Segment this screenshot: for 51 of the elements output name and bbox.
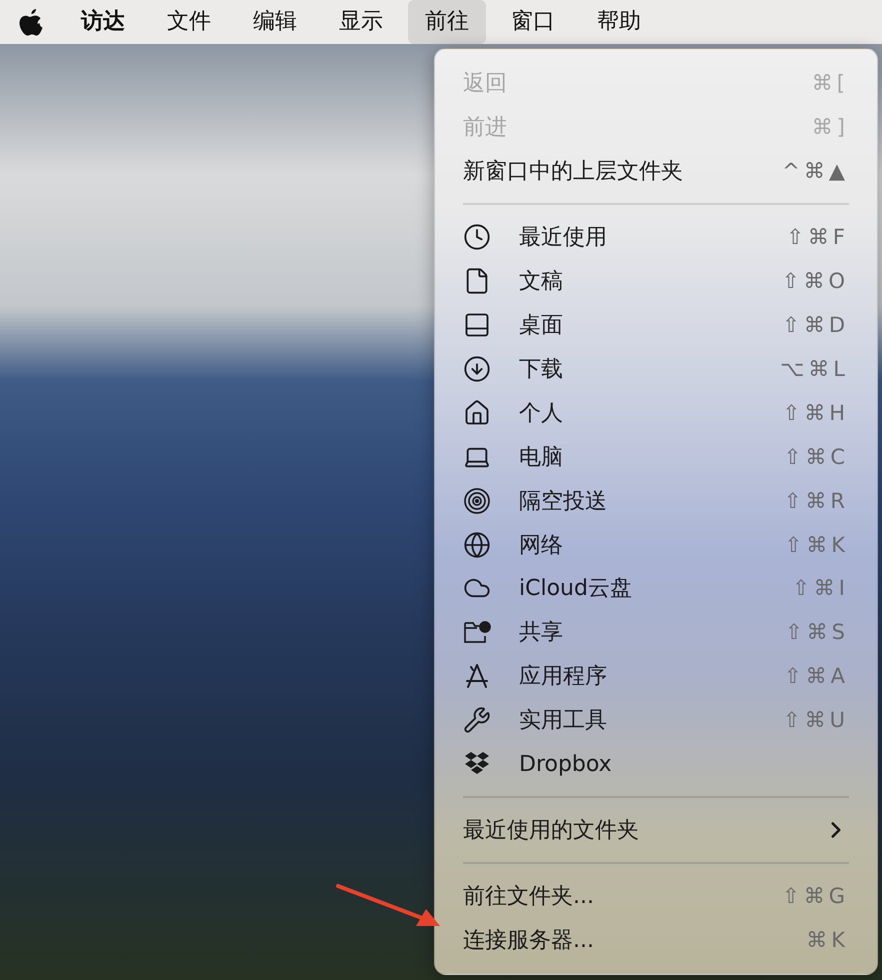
shortcut-label: ⇧⌘U [783, 708, 849, 732]
shortcut-label: ⇧⌘I [792, 576, 849, 600]
monitor-icon [463, 310, 491, 339]
menu-item[interactable]: 电脑 ⇧⌘C [435, 434, 877, 479]
shortcut-label: ⌘] [812, 114, 849, 139]
shortcut-label: ⇧⌘H [782, 400, 849, 425]
menu-item[interactable]: 隔空投送 ⇧⌘R [435, 478, 877, 523]
menu-bar-item[interactable]: 前往 [408, 0, 486, 44]
menu-item[interactable]: 连接服务器... ⌘K [435, 918, 877, 962]
menu-item[interactable]: 最近使用 ⇧⌘F [435, 214, 877, 259]
signal-icon [463, 486, 491, 515]
menu-bar-item[interactable]: 窗口 [494, 0, 572, 44]
menu-item[interactable]: 应用程序 ⇧⌘A [435, 654, 877, 698]
shortcut-label: ⇧⌘A [784, 664, 849, 688]
shortcut-label: ⌥⌘L [780, 356, 849, 381]
download-icon [463, 354, 491, 383]
shortcut-label: ⇧⌘C [784, 444, 849, 469]
menu-item[interactable]: 前往文件夹... ⇧⌘G [435, 874, 877, 918]
clock-icon [463, 222, 491, 251]
shortcut-label: ⇧⌘S [785, 620, 849, 644]
shortcut-label: ⌘K [806, 928, 849, 952]
menu-bar-item[interactable]: 文件 [150, 0, 228, 44]
menu-bar-item[interactable]: 编辑 [236, 0, 314, 44]
shortcut-label: ⇧⌘D [782, 312, 849, 337]
shortcut-label: ⇧⌘K [784, 532, 849, 556]
globe-icon [463, 530, 491, 558]
menu-bar-item[interactable]: 访达 [64, 0, 142, 44]
menu-bar-item[interactable]: 帮助 [580, 0, 658, 44]
wrench-icon [463, 706, 491, 734]
apple-logo-icon[interactable] [18, 7, 44, 37]
menu-item[interactable]: 桌面 ⇧⌘D [435, 302, 877, 347]
menu-bar-item[interactable]: 显示 [322, 0, 400, 44]
menu-item[interactable]: 文稿 ⇧⌘O [435, 258, 877, 303]
menu-item[interactable]: 下载 ⌥⌘L [435, 346, 877, 391]
menu-item[interactable]: 新窗口中的上层文件夹 ^⌘▲ [435, 148, 877, 193]
shortcut-label: ^⌘▲ [782, 158, 849, 183]
menu-item[interactable]: Dropbox [435, 742, 877, 786]
menu-item[interactable]: 共享 ⇧⌘S [435, 610, 877, 654]
shortcut-label: ⇧⌘F [786, 224, 849, 249]
shortcut-label: ⌘[ [812, 70, 849, 95]
menu-item[interactable]: 网络 ⇧⌘K [435, 522, 877, 566]
house-icon [463, 398, 491, 427]
menu-item[interactable]: 个人 ⇧⌘H [435, 390, 877, 435]
menu-item[interactable]: iCloud云盘 ⇧⌘I [435, 566, 877, 610]
folder-icon [463, 619, 491, 646]
shortcut-label: ⇧⌘R [784, 488, 849, 513]
pen-tool-icon [463, 662, 491, 690]
menu-item[interactable]: 实用工具 ⇧⌘U [435, 698, 877, 742]
shortcut-label: ⇧⌘O [782, 268, 849, 293]
menu-item[interactable]: 最近使用的文件夹 [435, 808, 877, 852]
shortcut-label: ⇧⌘G [782, 884, 849, 908]
